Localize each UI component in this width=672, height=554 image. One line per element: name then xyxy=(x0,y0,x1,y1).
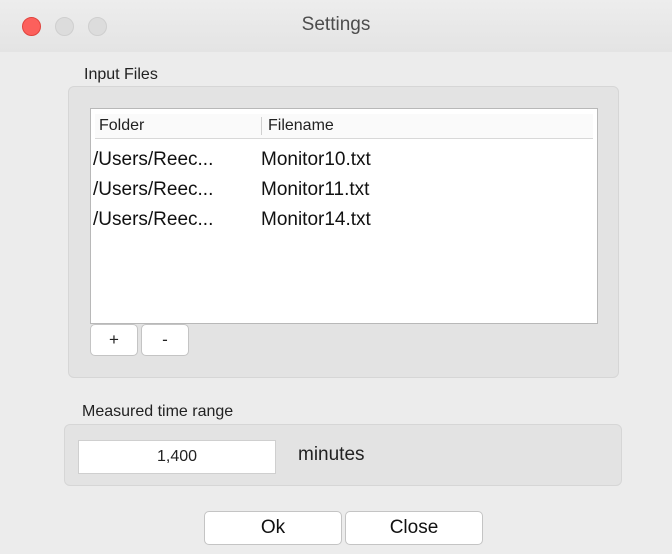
filename-cell: Monitor11.txt xyxy=(261,179,370,200)
remove-file-button[interactable]: - xyxy=(141,324,189,356)
time-range-label: Measured time range xyxy=(82,403,234,420)
table-row[interactable]: /Users/Reec... Monitor14.txt xyxy=(91,203,597,235)
input-files-table[interactable]: Folder Filename /Users/Reec... Monitor10… xyxy=(90,108,598,324)
time-range-input[interactable]: 1,400 xyxy=(78,440,276,474)
input-files-label: Input Files xyxy=(84,66,158,83)
column-header-filename[interactable]: Filename xyxy=(261,117,334,135)
folder-cell: /Users/Reec... xyxy=(93,149,214,170)
settings-window: Settings Input Files Folder Filename /Us… xyxy=(0,0,672,554)
window-title: Settings xyxy=(301,14,371,35)
ok-button[interactable]: Ok xyxy=(204,511,342,545)
table-header: Folder Filename xyxy=(95,114,593,139)
filename-cell: Monitor14.txt xyxy=(261,209,371,230)
filename-cell: Monitor10.txt xyxy=(261,149,371,170)
title-bar: Settings xyxy=(0,0,672,52)
table-row[interactable]: /Users/Reec... Monitor10.txt xyxy=(91,143,597,175)
table-row[interactable]: /Users/Reec... Monitor11.txt xyxy=(91,173,597,205)
folder-cell: /Users/Reec... xyxy=(93,179,214,200)
close-button[interactable]: Close xyxy=(345,511,483,545)
add-file-button[interactable]: + xyxy=(90,324,138,356)
folder-cell: /Users/Reec... xyxy=(93,209,214,230)
time-range-unit: minutes xyxy=(298,444,365,465)
column-header-folder[interactable]: Folder xyxy=(99,117,144,135)
